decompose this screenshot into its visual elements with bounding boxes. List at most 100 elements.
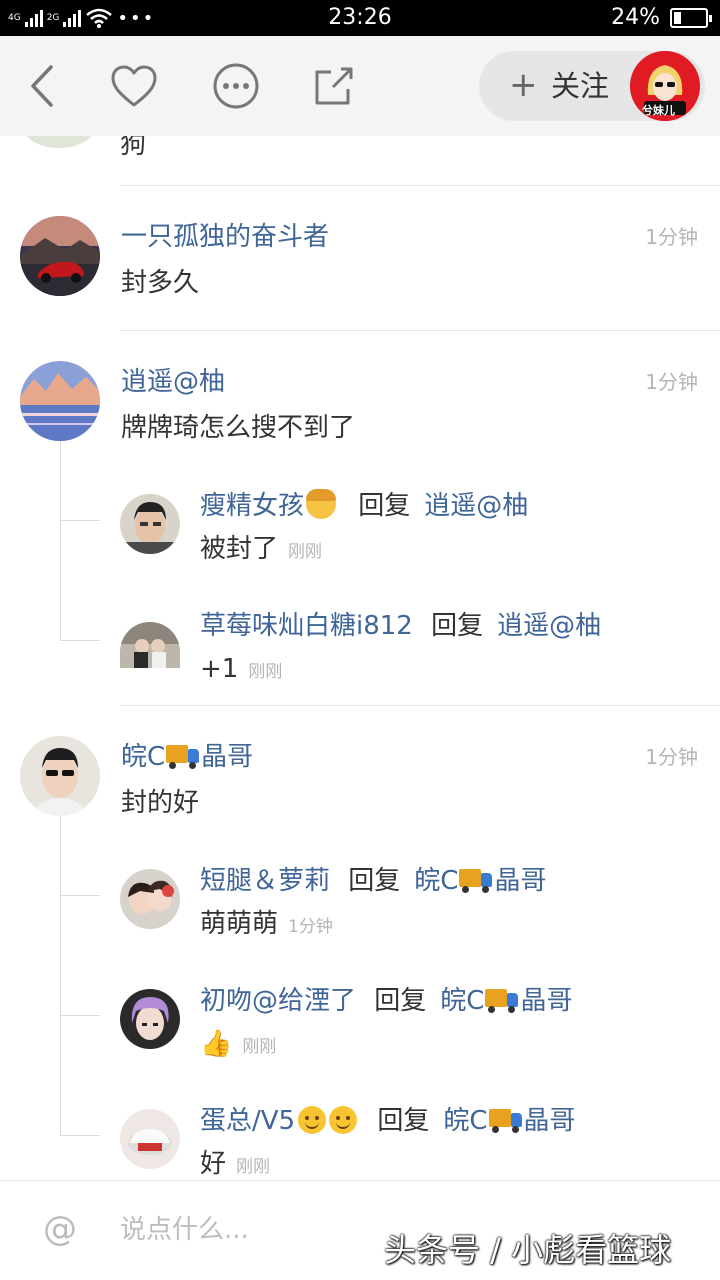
thumbs-up-emoji: 👍 [200, 1029, 233, 1059]
comment-text: 封多久 [121, 268, 200, 298]
commenter-name-post: 晶哥 [201, 742, 254, 772]
reply-target-pre: 皖C [440, 986, 485, 1016]
avatar[interactable] [20, 736, 100, 816]
reply-body: 👍 刚刚 [200, 1027, 276, 1064]
reply-word: 回复 [431, 611, 484, 641]
reply-target-pre: 皖C [414, 866, 459, 896]
battery-area: 24% [611, 5, 712, 30]
heart-icon[interactable] [106, 58, 162, 114]
avatar[interactable] [24, 136, 94, 148]
divider [120, 330, 720, 331]
battery-level [674, 11, 681, 24]
plus-icon: + [509, 65, 538, 105]
reply-time: 1分钟 [288, 917, 333, 937]
avatar[interactable] [120, 494, 180, 554]
thread-branch [60, 895, 100, 896]
reply-time: 刚刚 [288, 542, 323, 562]
girl-emoji-icon [306, 489, 337, 519]
reply-header: 短腿＆萝莉 回复 皖C 晶哥 [200, 864, 546, 898]
reply-time: 刚刚 [242, 1037, 277, 1057]
smile-emoji-icon [329, 1106, 358, 1134]
follow-label: 关注 [551, 69, 610, 103]
reply-body: 被封了 刚刚 [200, 532, 322, 569]
thread-line [60, 816, 61, 1136]
reply-target[interactable]: 逍遥@柚 [497, 611, 601, 641]
reply-word: 回复 [348, 866, 401, 896]
comment-text: 狗 [120, 136, 147, 160]
author-avatar[interactable]: 兮妹儿 [630, 51, 700, 121]
truck-icon [166, 745, 200, 769]
thread-branch [60, 640, 100, 641]
comment-time: 1分钟 [645, 745, 698, 769]
reply-header: 草莓味灿白糖i812 回复 逍遥@柚 [200, 609, 601, 643]
share-icon[interactable] [306, 58, 362, 114]
comment-input[interactable]: 说点什么... [120, 1213, 249, 1247]
thread-branch [60, 520, 100, 521]
reply-target-post: 晶哥 [523, 1106, 576, 1136]
reply-body: 萌萌萌 1分钟 [200, 907, 333, 944]
thread-line [60, 441, 61, 641]
reply-target-post: 晶哥 [494, 866, 547, 896]
comment-input-bar: @ 说点什么... 头条号 / 小彪看篮球 [0, 1180, 720, 1280]
reply-target[interactable]: 皖C 晶哥 [440, 986, 572, 1016]
reply-text: 被封了 [200, 534, 279, 564]
replier-name[interactable]: 瘦精女孩 [200, 491, 304, 521]
replier-name[interactable]: 草莓味灿白糖i812 [200, 611, 413, 641]
at-mention-icon[interactable]: @ [40, 1209, 80, 1249]
reply-header: 瘦精女孩 回复 逍遥@柚 [200, 489, 528, 523]
avatar[interactable] [120, 622, 180, 668]
comment-text: 牌牌琦怎么搜不到了 [121, 413, 356, 443]
commenter-name[interactable]: 皖C 晶哥 [121, 740, 253, 774]
reply-word: 回复 [377, 1106, 430, 1136]
reply-header: 初吻@给湮了 回复 皖C 晶哥 [200, 984, 572, 1018]
commenter-name-pre: 皖C [121, 742, 166, 772]
replier-name-text: 蛋总/V5 [200, 1106, 296, 1136]
reply-text: 好 [200, 1149, 227, 1179]
reply-target[interactable]: 皖C 晶哥 [443, 1106, 575, 1136]
divider [120, 185, 720, 186]
comment-time: 1分钟 [645, 225, 698, 249]
watermark: 头条号 / 小彪看篮球 [384, 1231, 672, 1269]
comment-list: 狗 一只孤独的奋斗者 1分钟 封多久 逍遥@柚 1分钟 牌牌琦怎么搜不到了 瘦精… [0, 136, 720, 1180]
reply-body: 好刚刚 [200, 1147, 270, 1180]
truck-icon [485, 989, 519, 1013]
truck-icon [488, 1109, 523, 1133]
reply-word: 回复 [374, 986, 427, 1016]
avatar[interactable] [20, 361, 100, 441]
replier-name[interactable]: 初吻@给湮了 [200, 986, 356, 1016]
replier-name[interactable]: 短腿＆萝莉 [200, 866, 330, 896]
battery-percent: 24% [611, 5, 660, 30]
reply-word: 回复 [358, 491, 411, 521]
avatar[interactable] [120, 1109, 180, 1169]
commenter-name[interactable]: 一只孤独的奋斗者 [121, 220, 329, 254]
reply-target-pre: 皖C [443, 1106, 488, 1136]
thread-branch [60, 1135, 100, 1136]
replier-name[interactable]: 蛋总/V5 [200, 1106, 358, 1136]
avatar[interactable] [120, 989, 180, 1049]
commenter-name[interactable]: 逍遥@柚 [121, 365, 225, 399]
follow-button[interactable]: + 关注 兮妹儿 [479, 51, 705, 121]
reply-header: 蛋总/V5 回复 皖C 晶哥 [200, 1104, 576, 1138]
more-icon[interactable] [208, 58, 264, 114]
avatar-label: 兮妹儿 [642, 104, 675, 117]
status-bar: 4G 2G ••• 23:26 24% [0, 0, 720, 36]
reply-target[interactable]: 皖C 晶哥 [414, 866, 546, 896]
truck-icon [459, 869, 493, 893]
comment-text: 封的好 [121, 788, 200, 818]
avatar[interactable] [20, 216, 100, 296]
comment-time: 1分钟 [645, 370, 698, 394]
reply-time: 刚刚 [248, 662, 283, 682]
reply-text: +1 [200, 654, 239, 684]
avatar[interactable] [120, 869, 180, 929]
smile-emoji-icon [298, 1106, 327, 1134]
top-nav: + 关注 兮妹儿 [0, 36, 720, 136]
reply-text: 萌萌萌 [200, 909, 279, 939]
reply-body: +1 刚刚 [200, 652, 282, 689]
reply-time: 刚刚 [236, 1157, 271, 1177]
reply-target[interactable]: 逍遥@柚 [424, 491, 528, 521]
divider [120, 705, 720, 706]
reply-target-post: 晶哥 [520, 986, 573, 1016]
back-icon[interactable] [14, 58, 70, 114]
battery-icon [670, 7, 712, 28]
thread-branch [60, 1015, 100, 1016]
